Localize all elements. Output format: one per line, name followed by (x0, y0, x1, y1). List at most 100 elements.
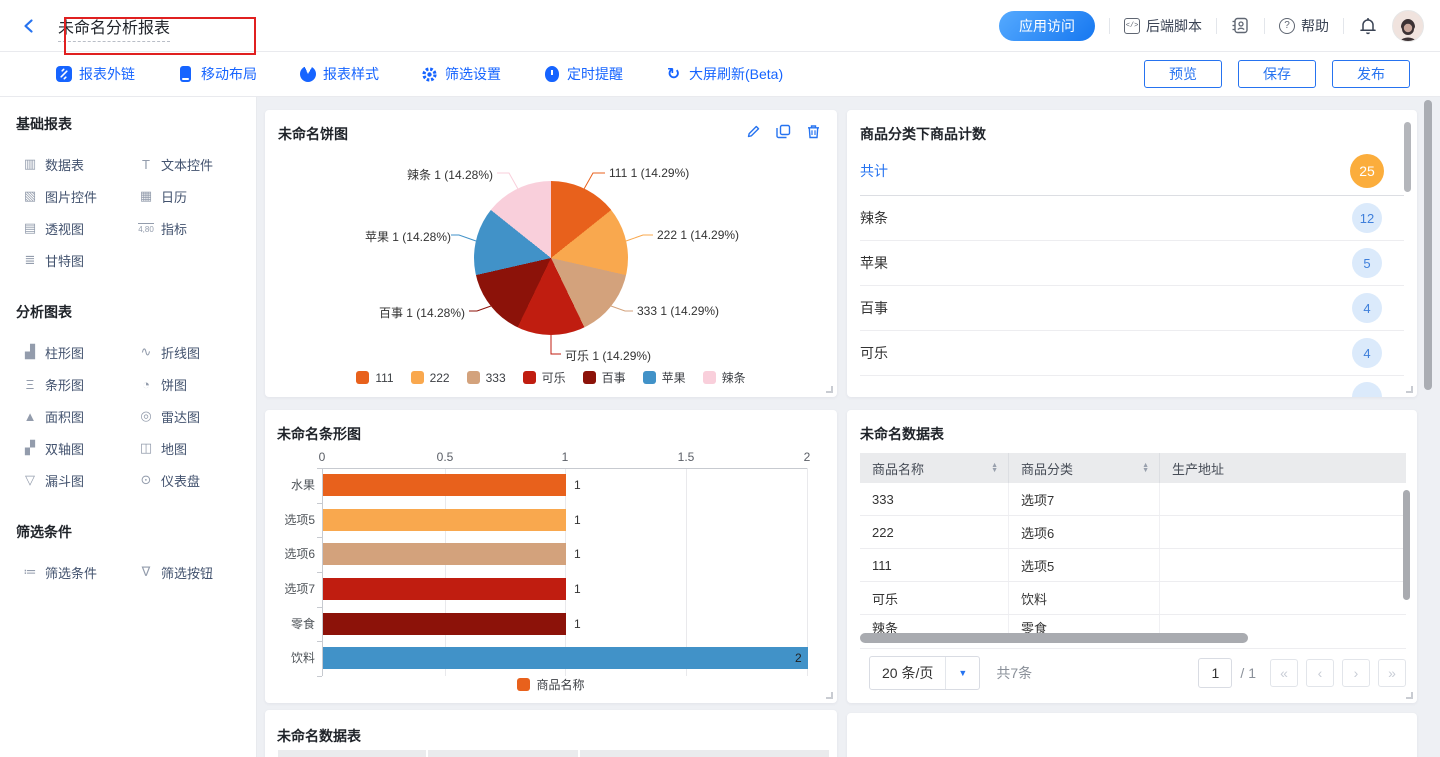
column-header[interactable] (580, 750, 829, 757)
prev-page-button[interactable]: ‹ (1306, 659, 1334, 687)
backend-script-button[interactable]: </> 后端脚本 (1124, 16, 1202, 36)
save-button[interactable]: 保存 (1238, 60, 1316, 88)
resize-handle[interactable] (1406, 386, 1413, 393)
bar-legend: 商品名称 (265, 676, 837, 693)
sidebar-item-gauge[interactable]: ⊙仪表盘 (132, 464, 240, 496)
column-header[interactable] (278, 750, 426, 757)
last-page-button[interactable]: » (1378, 659, 1406, 687)
notifications-button[interactable] (1358, 16, 1378, 36)
sidebar-item-column-chart[interactable]: ▟柱形图 (16, 336, 132, 368)
sidebar-item-label: 双轴图 (45, 439, 84, 458)
column-header-product-name[interactable]: 商品名称 ▲▼ (860, 453, 1009, 483)
publish-button[interactable]: 发布 (1332, 60, 1410, 88)
data-table-panel[interactable]: 未命名数据表 商品名称 ▲▼ 商品分类 ▲▼ 生产地址 33 (847, 410, 1417, 703)
avatar[interactable] (1392, 10, 1424, 42)
edit-icon[interactable] (746, 124, 761, 139)
page-scrollbar-thumb[interactable] (1424, 100, 1432, 390)
sidebar-item-line-chart[interactable]: ∿折线图 (132, 336, 240, 368)
section-title: 基础报表 (16, 114, 240, 134)
toolbar-item-screen-refresh[interactable]: ↻ 大屏刷新(Beta) (665, 64, 783, 84)
sidebar-item-metric[interactable]: 4,80指标 (132, 212, 240, 244)
panel-scrollbar[interactable] (1404, 122, 1411, 192)
copy-icon[interactable] (776, 124, 791, 139)
panel-title: 未命名饼图 (278, 124, 348, 144)
contacts-button[interactable] (1231, 16, 1250, 35)
column-header-production-address[interactable]: 生产地址 (1160, 453, 1406, 483)
back-icon[interactable] (18, 15, 40, 37)
delete-icon[interactable] (806, 124, 821, 139)
sidebar-item-calendar[interactable]: ▦日历 (132, 180, 240, 212)
y-category-label: 零食 (265, 607, 315, 642)
vertical-scrollbar[interactable] (1403, 490, 1410, 600)
list-item-label: 苹果 (860, 253, 888, 273)
list-item: 可乐 4 (860, 331, 1404, 376)
first-page-button[interactable]: « (1270, 659, 1298, 687)
funnel-chart-icon: ▽ (22, 472, 38, 488)
sidebar-item-dual-axis-chart[interactable]: ▞双轴图 (16, 432, 132, 464)
help-button[interactable]: ? 帮助 (1279, 16, 1329, 36)
pie-chart-panel[interactable]: 未命名饼图 111 1 (14.29%) 222 1 (14.29%) 333 … (265, 110, 837, 397)
page-scrollbar[interactable] (1424, 97, 1432, 757)
sidebar-item-label: 饼图 (161, 375, 187, 394)
legend-item[interactable]: 222 (411, 371, 450, 385)
legend-item[interactable]: 111 (356, 371, 393, 385)
sidebar-item-image-widget[interactable]: ▧图片控件 (16, 180, 132, 212)
toolbar-item-report-link[interactable]: 报表外链 (55, 64, 135, 84)
report-canvas: 未命名饼图 111 1 (14.29%) 222 1 (14.29%) 333 … (257, 97, 1440, 757)
count-badge: 25 (1350, 154, 1384, 188)
resize-handle[interactable] (826, 692, 833, 699)
sidebar-item-data-table[interactable]: ▥数据表 (16, 148, 132, 180)
legend-item[interactable]: 辣条 (703, 369, 746, 386)
sort-icon[interactable]: ▲▼ (1142, 463, 1149, 473)
legend-item[interactable]: 苹果 (643, 369, 686, 386)
toolbar-item-mobile-layout[interactable]: 移动布局 (177, 64, 257, 84)
column-header-product-category[interactable]: 商品分类 ▲▼ (1009, 453, 1160, 483)
sidebar-item-pivot-view[interactable]: ▤透视图 (16, 212, 132, 244)
preview-button[interactable]: 预览 (1144, 60, 1222, 88)
legend-item[interactable]: 可乐 (523, 369, 566, 386)
toolbar-item-scheduled-reminder[interactable]: 定时提醒 (543, 64, 623, 84)
toolbar-item-report-style[interactable]: 报表样式 (299, 64, 379, 84)
count-badge: 12 (1352, 203, 1382, 233)
sidebar-item-filter-button[interactable]: ∇筛选按钮 (132, 556, 240, 588)
report-title-input[interactable]: 未命名分析报表 (50, 10, 178, 42)
sidebar-item-filter-condition[interactable]: ≔筛选条件 (16, 556, 132, 588)
toolbar-item-filter-settings[interactable]: 筛选设置 (421, 64, 501, 84)
sidebar-item-text-widget[interactable]: T文本控件 (132, 148, 240, 180)
sidebar-item-map[interactable]: ◫地图 (132, 432, 240, 464)
sidebar-item-label: 柱形图 (45, 343, 84, 362)
bottom-data-table-panel[interactable]: 未命名数据表 (265, 710, 837, 757)
sidebar-item-radar-chart[interactable]: ◎雷达图 (132, 400, 240, 432)
sidebar-item-label: 仪表盘 (161, 471, 200, 490)
report-toolbar: 报表外链 移动布局 报表样式 筛选设置 定时提醒 ↻ 大屏刷新(Beta) 预览… (0, 52, 1440, 97)
sort-icon[interactable]: ▲▼ (991, 463, 998, 473)
resize-handle[interactable] (826, 386, 833, 393)
legend-item[interactable]: 333 (467, 371, 506, 385)
sidebar-item-gantt[interactable]: ≣甘特图 (16, 244, 132, 276)
horizontal-scrollbar[interactable] (860, 633, 1248, 643)
bar-value-label: 1 (574, 572, 581, 607)
count-list-panel[interactable]: 商品分类下商品计数 共计 25 辣条 12 苹果 5 百事 4 可乐 4 (847, 110, 1417, 397)
pivot-view-icon: ▤ (22, 220, 38, 236)
bar-row: 零食 1 (265, 607, 837, 642)
link-icon (55, 66, 72, 83)
bar-row: 选项6 1 (265, 537, 837, 572)
resize-handle[interactable] (1406, 692, 1413, 699)
sidebar-item-area-chart[interactable]: ▲面积图 (16, 400, 132, 432)
sidebar-item-pie-chart[interactable]: ◔饼图 (132, 368, 240, 400)
sidebar-item-bar-chart[interactable]: Ξ条形图 (16, 368, 132, 400)
next-page-button[interactable]: › (1342, 659, 1370, 687)
app-access-button[interactable]: 应用访问 (999, 11, 1095, 41)
page-number-input[interactable]: 1 (1198, 658, 1232, 688)
column-header[interactable] (428, 750, 578, 757)
legend-item[interactable]: 商品名称 (517, 676, 584, 693)
bar-row: 选项5 1 (265, 503, 837, 538)
sidebar-item-funnel-chart[interactable]: ▽漏斗图 (16, 464, 132, 496)
page-size-select[interactable]: 20 条/页 ▼ (869, 656, 980, 690)
bar-chart-panel[interactable]: 未命名条形图 0 0.5 1 1.5 2 水果 1 (265, 410, 837, 703)
legend-item[interactable]: 百事 (583, 369, 626, 386)
empty-panel[interactable] (847, 713, 1417, 757)
y-category-label: 饮料 (265, 641, 315, 676)
list-item-label: 百事 (860, 298, 888, 318)
radar-chart-icon: ◎ (138, 408, 154, 424)
